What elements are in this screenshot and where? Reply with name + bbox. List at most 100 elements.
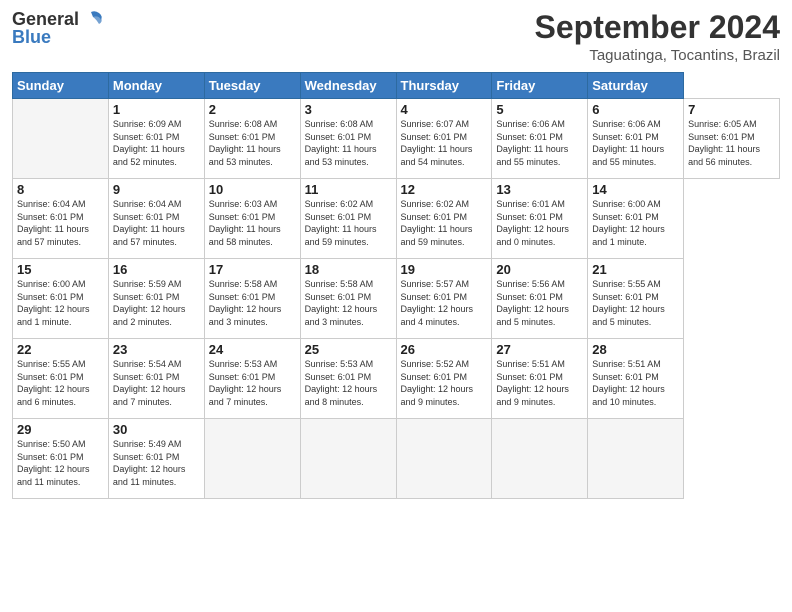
- month-title: September 2024: [535, 10, 780, 45]
- day-info: Sunrise: 5:53 AM Sunset: 6:01 PM Dayligh…: [209, 358, 296, 408]
- day-number: 19: [401, 262, 488, 277]
- calendar-cell: 19Sunrise: 5:57 AM Sunset: 6:01 PM Dayli…: [396, 259, 492, 339]
- calendar-cell: [396, 419, 492, 499]
- day-number: 25: [305, 342, 392, 357]
- day-info: Sunrise: 6:00 AM Sunset: 6:01 PM Dayligh…: [592, 198, 679, 248]
- calendar-cell: 22Sunrise: 5:55 AM Sunset: 6:01 PM Dayli…: [13, 339, 109, 419]
- day-info: Sunrise: 6:06 AM Sunset: 6:01 PM Dayligh…: [496, 118, 583, 168]
- calendar-cell: 27Sunrise: 5:51 AM Sunset: 6:01 PM Dayli…: [492, 339, 588, 419]
- day-number: 4: [401, 102, 488, 117]
- calendar-cell: 30Sunrise: 5:49 AM Sunset: 6:01 PM Dayli…: [108, 419, 204, 499]
- day-info: Sunrise: 5:55 AM Sunset: 6:01 PM Dayligh…: [17, 358, 104, 408]
- calendar-cell: 25Sunrise: 5:53 AM Sunset: 6:01 PM Dayli…: [300, 339, 396, 419]
- calendar-cell: 3Sunrise: 6:08 AM Sunset: 6:01 PM Daylig…: [300, 99, 396, 179]
- day-info: Sunrise: 6:08 AM Sunset: 6:01 PM Dayligh…: [305, 118, 392, 168]
- calendar-cell: 18Sunrise: 5:58 AM Sunset: 6:01 PM Dayli…: [300, 259, 396, 339]
- days-header-row: Sunday Monday Tuesday Wednesday Thursday…: [13, 73, 780, 99]
- logo: General Blue: [12, 10, 103, 48]
- day-info: Sunrise: 6:07 AM Sunset: 6:01 PM Dayligh…: [401, 118, 488, 168]
- calendar-cell: 9Sunrise: 6:04 AM Sunset: 6:01 PM Daylig…: [108, 179, 204, 259]
- day-number: 21: [592, 262, 679, 277]
- calendar-cell: [492, 419, 588, 499]
- day-number: 1: [113, 102, 200, 117]
- day-number: 18: [305, 262, 392, 277]
- calendar-table: Sunday Monday Tuesday Wednesday Thursday…: [12, 72, 780, 499]
- day-info: Sunrise: 6:02 AM Sunset: 6:01 PM Dayligh…: [305, 198, 392, 248]
- header: General Blue September 2024 Taguatinga, …: [12, 10, 780, 64]
- logo-bird-icon: [81, 10, 103, 28]
- day-number: 29: [17, 422, 104, 437]
- calendar-cell: 24Sunrise: 5:53 AM Sunset: 6:01 PM Dayli…: [204, 339, 300, 419]
- day-number: 23: [113, 342, 200, 357]
- day-info: Sunrise: 6:06 AM Sunset: 6:01 PM Dayligh…: [592, 118, 679, 168]
- calendar-week-1: 1Sunrise: 6:09 AM Sunset: 6:01 PM Daylig…: [13, 99, 780, 179]
- calendar-cell: 20Sunrise: 5:56 AM Sunset: 6:01 PM Dayli…: [492, 259, 588, 339]
- calendar-cell: 12Sunrise: 6:02 AM Sunset: 6:01 PM Dayli…: [396, 179, 492, 259]
- day-number: 15: [17, 262, 104, 277]
- calendar-cell: 10Sunrise: 6:03 AM Sunset: 6:01 PM Dayli…: [204, 179, 300, 259]
- calendar-cell: 13Sunrise: 6:01 AM Sunset: 6:01 PM Dayli…: [492, 179, 588, 259]
- day-info: Sunrise: 6:01 AM Sunset: 6:01 PM Dayligh…: [496, 198, 583, 248]
- calendar-cell: 23Sunrise: 5:54 AM Sunset: 6:01 PM Dayli…: [108, 339, 204, 419]
- day-number: 7: [688, 102, 775, 117]
- calendar-cell: 28Sunrise: 5:51 AM Sunset: 6:01 PM Dayli…: [588, 339, 684, 419]
- day-number: 5: [496, 102, 583, 117]
- calendar-cell: 15Sunrise: 6:00 AM Sunset: 6:01 PM Dayli…: [13, 259, 109, 339]
- calendar-cell: 21Sunrise: 5:55 AM Sunset: 6:01 PM Dayli…: [588, 259, 684, 339]
- day-number: 6: [592, 102, 679, 117]
- calendar-cell: [13, 99, 109, 179]
- day-info: Sunrise: 5:53 AM Sunset: 6:01 PM Dayligh…: [305, 358, 392, 408]
- header-sunday: Sunday: [13, 73, 109, 99]
- calendar-cell: 26Sunrise: 5:52 AM Sunset: 6:01 PM Dayli…: [396, 339, 492, 419]
- day-info: Sunrise: 5:52 AM Sunset: 6:01 PM Dayligh…: [401, 358, 488, 408]
- calendar-cell: 16Sunrise: 5:59 AM Sunset: 6:01 PM Dayli…: [108, 259, 204, 339]
- day-number: 11: [305, 182, 392, 197]
- calendar-cell: 1Sunrise: 6:09 AM Sunset: 6:01 PM Daylig…: [108, 99, 204, 179]
- day-number: 22: [17, 342, 104, 357]
- day-number: 2: [209, 102, 296, 117]
- title-area: September 2024 Taguatinga, Tocantins, Br…: [535, 10, 780, 64]
- day-info: Sunrise: 5:54 AM Sunset: 6:01 PM Dayligh…: [113, 358, 200, 408]
- header-tuesday: Tuesday: [204, 73, 300, 99]
- header-saturday: Saturday: [588, 73, 684, 99]
- day-info: Sunrise: 5:50 AM Sunset: 6:01 PM Dayligh…: [17, 438, 104, 488]
- day-info: Sunrise: 5:57 AM Sunset: 6:01 PM Dayligh…: [401, 278, 488, 328]
- calendar-week-4: 22Sunrise: 5:55 AM Sunset: 6:01 PM Dayli…: [13, 339, 780, 419]
- calendar-cell: 5Sunrise: 6:06 AM Sunset: 6:01 PM Daylig…: [492, 99, 588, 179]
- day-info: Sunrise: 6:05 AM Sunset: 6:01 PM Dayligh…: [688, 118, 775, 168]
- day-number: 17: [209, 262, 296, 277]
- calendar-cell: 4Sunrise: 6:07 AM Sunset: 6:01 PM Daylig…: [396, 99, 492, 179]
- day-number: 24: [209, 342, 296, 357]
- day-info: Sunrise: 6:02 AM Sunset: 6:01 PM Dayligh…: [401, 198, 488, 248]
- day-info: Sunrise: 5:51 AM Sunset: 6:01 PM Dayligh…: [496, 358, 583, 408]
- day-info: Sunrise: 6:04 AM Sunset: 6:01 PM Dayligh…: [17, 198, 104, 248]
- calendar-cell: 2Sunrise: 6:08 AM Sunset: 6:01 PM Daylig…: [204, 99, 300, 179]
- day-number: 13: [496, 182, 583, 197]
- calendar-cell: 6Sunrise: 6:06 AM Sunset: 6:01 PM Daylig…: [588, 99, 684, 179]
- calendar-cell: 14Sunrise: 6:00 AM Sunset: 6:01 PM Dayli…: [588, 179, 684, 259]
- calendar-week-3: 15Sunrise: 6:00 AM Sunset: 6:01 PM Dayli…: [13, 259, 780, 339]
- header-monday: Monday: [108, 73, 204, 99]
- calendar-cell: 29Sunrise: 5:50 AM Sunset: 6:01 PM Dayli…: [13, 419, 109, 499]
- day-info: Sunrise: 5:55 AM Sunset: 6:01 PM Dayligh…: [592, 278, 679, 328]
- day-info: Sunrise: 6:00 AM Sunset: 6:01 PM Dayligh…: [17, 278, 104, 328]
- page-container: General Blue September 2024 Taguatinga, …: [0, 0, 792, 507]
- day-number: 16: [113, 262, 200, 277]
- day-info: Sunrise: 6:03 AM Sunset: 6:01 PM Dayligh…: [209, 198, 296, 248]
- day-number: 9: [113, 182, 200, 197]
- day-info: Sunrise: 6:08 AM Sunset: 6:01 PM Dayligh…: [209, 118, 296, 168]
- calendar-cell: 11Sunrise: 6:02 AM Sunset: 6:01 PM Dayli…: [300, 179, 396, 259]
- day-number: 14: [592, 182, 679, 197]
- header-friday: Friday: [492, 73, 588, 99]
- location: Taguatinga, Tocantins, Brazil: [535, 47, 780, 64]
- day-number: 28: [592, 342, 679, 357]
- day-info: Sunrise: 5:58 AM Sunset: 6:01 PM Dayligh…: [305, 278, 392, 328]
- calendar-cell: [588, 419, 684, 499]
- calendar-cell: 8Sunrise: 6:04 AM Sunset: 6:01 PM Daylig…: [13, 179, 109, 259]
- day-number: 8: [17, 182, 104, 197]
- calendar-cell: 17Sunrise: 5:58 AM Sunset: 6:01 PM Dayli…: [204, 259, 300, 339]
- logo-blue: Blue: [12, 28, 51, 48]
- day-info: Sunrise: 5:51 AM Sunset: 6:01 PM Dayligh…: [592, 358, 679, 408]
- calendar-cell: [300, 419, 396, 499]
- header-wednesday: Wednesday: [300, 73, 396, 99]
